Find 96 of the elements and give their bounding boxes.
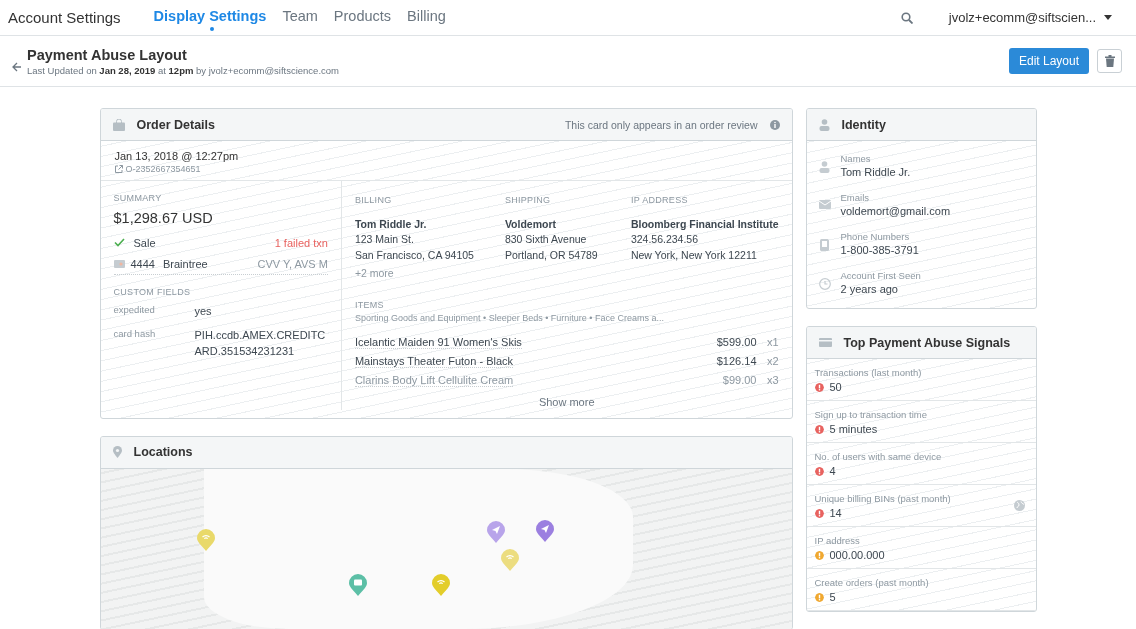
item-price: $599.00 <box>716 336 757 348</box>
signal-label: No. of users with same device <box>814 451 943 462</box>
address-line: 830 Sixth Avenue <box>504 232 588 247</box>
field-label: Emails <box>840 192 870 203</box>
signal-label: Unique billing BINs (past month) <box>814 493 952 504</box>
item-categories: Sporting Goods and Equipment • Sleeper Beds • Furniture • Face Creams a... <box>354 312 665 323</box>
signal-label: Transactions (last month) <box>814 367 923 378</box>
signal-value: 14 <box>829 507 842 519</box>
signal-value: 4 <box>829 465 836 477</box>
address-line: Portland, OR 54789 <box>504 247 599 263</box>
show-more-button[interactable]: Show more <box>536 393 597 410</box>
signal-value: 000.00.000 <box>829 549 885 561</box>
item-price: $126.14 <box>716 355 757 367</box>
item-name: Mainstays Theater Futon - Black <box>354 354 514 368</box>
item-name: Icelantic Maiden 91 Women's Skis <box>354 335 522 349</box>
back-arrow-icon[interactable] <box>12 62 22 72</box>
caret-icon <box>1104 15 1112 20</box>
map-marker[interactable] <box>349 574 368 597</box>
section-label: BILLING <box>354 194 393 207</box>
checkmark-icon <box>113 238 125 247</box>
address-line: San Francisco, CA 94105 <box>354 247 475 263</box>
address-line: New York, New York 12211 <box>630 247 758 263</box>
envelope-icon <box>818 200 831 209</box>
map-pin-icon <box>112 446 122 458</box>
failed-transactions: 1 failed txn <box>274 236 328 249</box>
map-marker[interactable] <box>197 529 216 552</box>
item-quantity: x1 <box>765 336 779 348</box>
credit-card-icon <box>113 259 125 268</box>
field-label: Names <box>840 153 872 164</box>
address-line: 123 Main St. <box>354 232 415 247</box>
credit-card-icon <box>818 338 832 347</box>
map-marker[interactable] <box>487 521 506 544</box>
section-label: SUMMARY <box>113 193 163 203</box>
delete-button[interactable] <box>1097 49 1122 73</box>
card-title: Top Payment Abuse Signals <box>843 335 1011 350</box>
signal-label: Create orders (past month) <box>814 577 930 588</box>
card-note: This card only appears in an order review <box>564 118 758 131</box>
address-name: Bloomberg Financial Institute <box>630 216 779 232</box>
trash-icon <box>1104 55 1115 67</box>
card-title: Order Details <box>136 117 215 132</box>
field-name: card hash <box>113 328 157 342</box>
order-date: Jan 13, 2018 @ 12:27pm <box>114 150 240 162</box>
page-title: Payment Abuse Layout <box>27 46 188 63</box>
signal-value: 5 minutes <box>829 423 878 435</box>
signal-label: IP address <box>814 535 861 546</box>
transaction-type: Sale <box>133 236 156 249</box>
field-value: 1-800-385-3791 <box>840 244 919 256</box>
field-label: Account First Seen <box>840 270 921 281</box>
section-label: CUSTOM FIELDS <box>113 287 192 297</box>
item-quantity: x3 <box>765 374 779 386</box>
cvv-avs-result: CVV Y, AVS M <box>257 257 328 270</box>
nav-tab[interactable]: Display Settings <box>153 7 267 28</box>
person-icon <box>819 161 830 173</box>
address-line: 324.56.234.56 <box>630 232 700 247</box>
item-quantity: x2 <box>765 355 779 367</box>
nav-tab[interactable]: Team <box>282 7 318 28</box>
field-value: PIH.ccdb.AMEX.CREDITCARD.351534231231 <box>194 328 327 359</box>
info-icon <box>769 119 780 130</box>
external-link-icon <box>114 165 123 173</box>
item-price: $99.00 <box>722 374 757 386</box>
map-marker[interactable] <box>501 548 520 571</box>
section-label: ITEMS <box>354 299 385 310</box>
signal-label: Sign up to transaction time <box>814 409 928 420</box>
order-id-link[interactable]: O-2352667354651 <box>125 164 201 174</box>
shopping-bag-icon <box>112 118 125 131</box>
signal-value: 5 <box>829 591 836 603</box>
app-title: Account Settings <box>8 9 121 26</box>
card-last-four: 4444 <box>130 257 155 270</box>
map-marker[interactable] <box>535 519 554 542</box>
field-value: yes <box>194 304 213 319</box>
map-marker[interactable] <box>432 574 451 597</box>
field-value: Tom Riddle Jr. <box>840 166 911 178</box>
edit-layout-button[interactable]: Edit Layout <box>1008 48 1089 74</box>
payment-processor: Braintree <box>163 257 208 270</box>
more-link[interactable]: +2 more <box>354 266 505 282</box>
clock-icon <box>818 278 831 290</box>
order-amount: $1,298.67 USD <box>113 210 214 226</box>
address-name: Voldemort <box>504 216 558 232</box>
search-icon[interactable] <box>900 11 913 24</box>
phone-icon <box>820 239 829 251</box>
item-name: Clarins Body Lift Cellulite Cream <box>354 373 514 387</box>
nav-tab[interactable]: Billing <box>407 7 446 28</box>
last-updated-text: Last Updated on Jan 28, 2019 at 12pm by jvolz+ecomm@siftscience.com <box>27 64 339 76</box>
signal-value: 50 <box>829 381 842 393</box>
nav-tab[interactable]: Products <box>333 7 392 28</box>
field-label: Phone Numbers <box>840 231 911 242</box>
card-title: Identity <box>841 117 886 132</box>
card-title: Locations <box>133 445 193 459</box>
section-label: SHIPPING <box>504 194 552 207</box>
section-label: IP ADDRESS <box>630 194 689 207</box>
user-menu[interactable]: jvolz+ecomm@siftscien... <box>942 9 1118 26</box>
person-icon <box>818 118 830 131</box>
field-value: 2 years ago <box>840 283 899 295</box>
field-name: expedited <box>113 304 156 317</box>
address-name: Tom Riddle Jr. <box>354 216 428 232</box>
field-value: voldemort@gmail.com <box>840 205 951 217</box>
